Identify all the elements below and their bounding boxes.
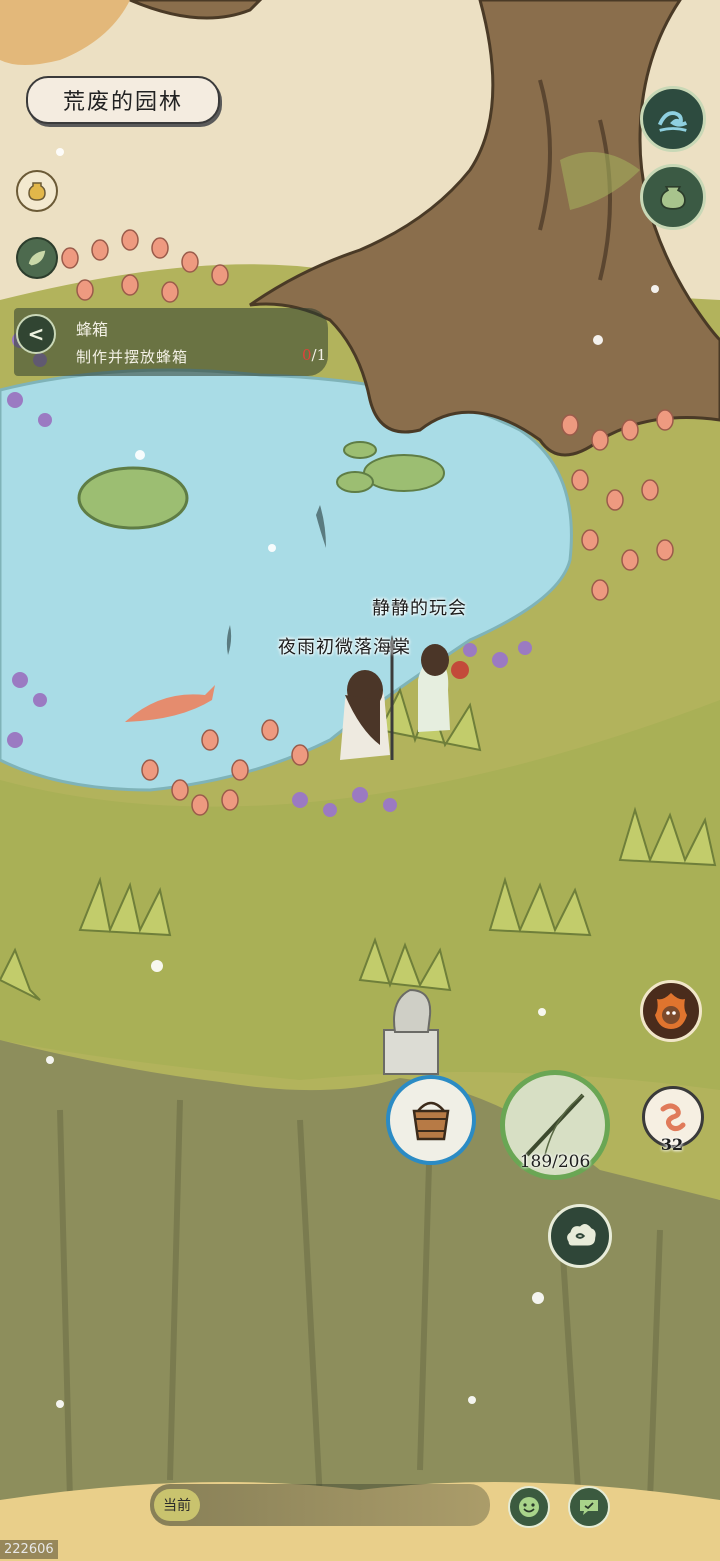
quest-title: 蜂箱: [76, 320, 109, 339]
chat-channel-tag[interactable]: 当前: [154, 1489, 200, 1521]
bait-count: 32: [660, 1135, 684, 1154]
bucket-button[interactable]: [386, 1075, 476, 1165]
scene-background: [0, 0, 720, 1561]
wave-button[interactable]: [640, 86, 706, 152]
jar-button[interactable]: [16, 170, 58, 212]
cloud-button[interactable]: [548, 1204, 612, 1268]
chevron-left-icon: <: [27, 322, 45, 346]
area-title: 荒废的园林: [26, 76, 220, 124]
fire-spirit-button[interactable]: [640, 980, 702, 1042]
leaf-button[interactable]: [16, 237, 58, 279]
quest-progress: 0/1: [302, 346, 326, 364]
chat-bar[interactable]: [150, 1484, 490, 1526]
quest-progress-total: /1: [311, 346, 327, 364]
leaf-icon: [28, 250, 46, 266]
quest-panel[interactable]: < 蜂箱 制作并摆放蜂箱 0/1: [14, 308, 328, 376]
player-name-label: 夜雨初微落海棠: [278, 637, 411, 658]
pot-icon: [660, 185, 686, 210]
game-scene: 荒废的园林 < 蜂箱 制作并摆放蜂箱 0/1 静静的玩会 夜雨初微落海棠 189…: [0, 0, 720, 1561]
message-icon: [580, 1500, 598, 1515]
fire-spirit-icon: [655, 993, 687, 1029]
jar-icon: [28, 182, 46, 201]
message-button[interactable]: [568, 1486, 610, 1528]
quest-progress-current: 0: [302, 346, 312, 364]
bucket-icon: [412, 1101, 450, 1141]
cloud-icon: [567, 1224, 596, 1246]
lily-pad: [77, 466, 189, 530]
rod-durability: 189/206: [519, 1152, 591, 1172]
wave-icon: [657, 111, 688, 132]
quest-collapse-button[interactable]: <: [16, 314, 56, 354]
emoji-button[interactable]: [508, 1486, 550, 1528]
quest-description: 制作并摆放蜂箱: [76, 348, 189, 366]
player-name-label: 静静的玩会: [372, 598, 467, 619]
pot-button[interactable]: [640, 164, 706, 230]
worm-bait-icon: [660, 1103, 686, 1132]
emoji-icon: [519, 1497, 539, 1517]
build-id: 222606: [0, 1540, 58, 1559]
